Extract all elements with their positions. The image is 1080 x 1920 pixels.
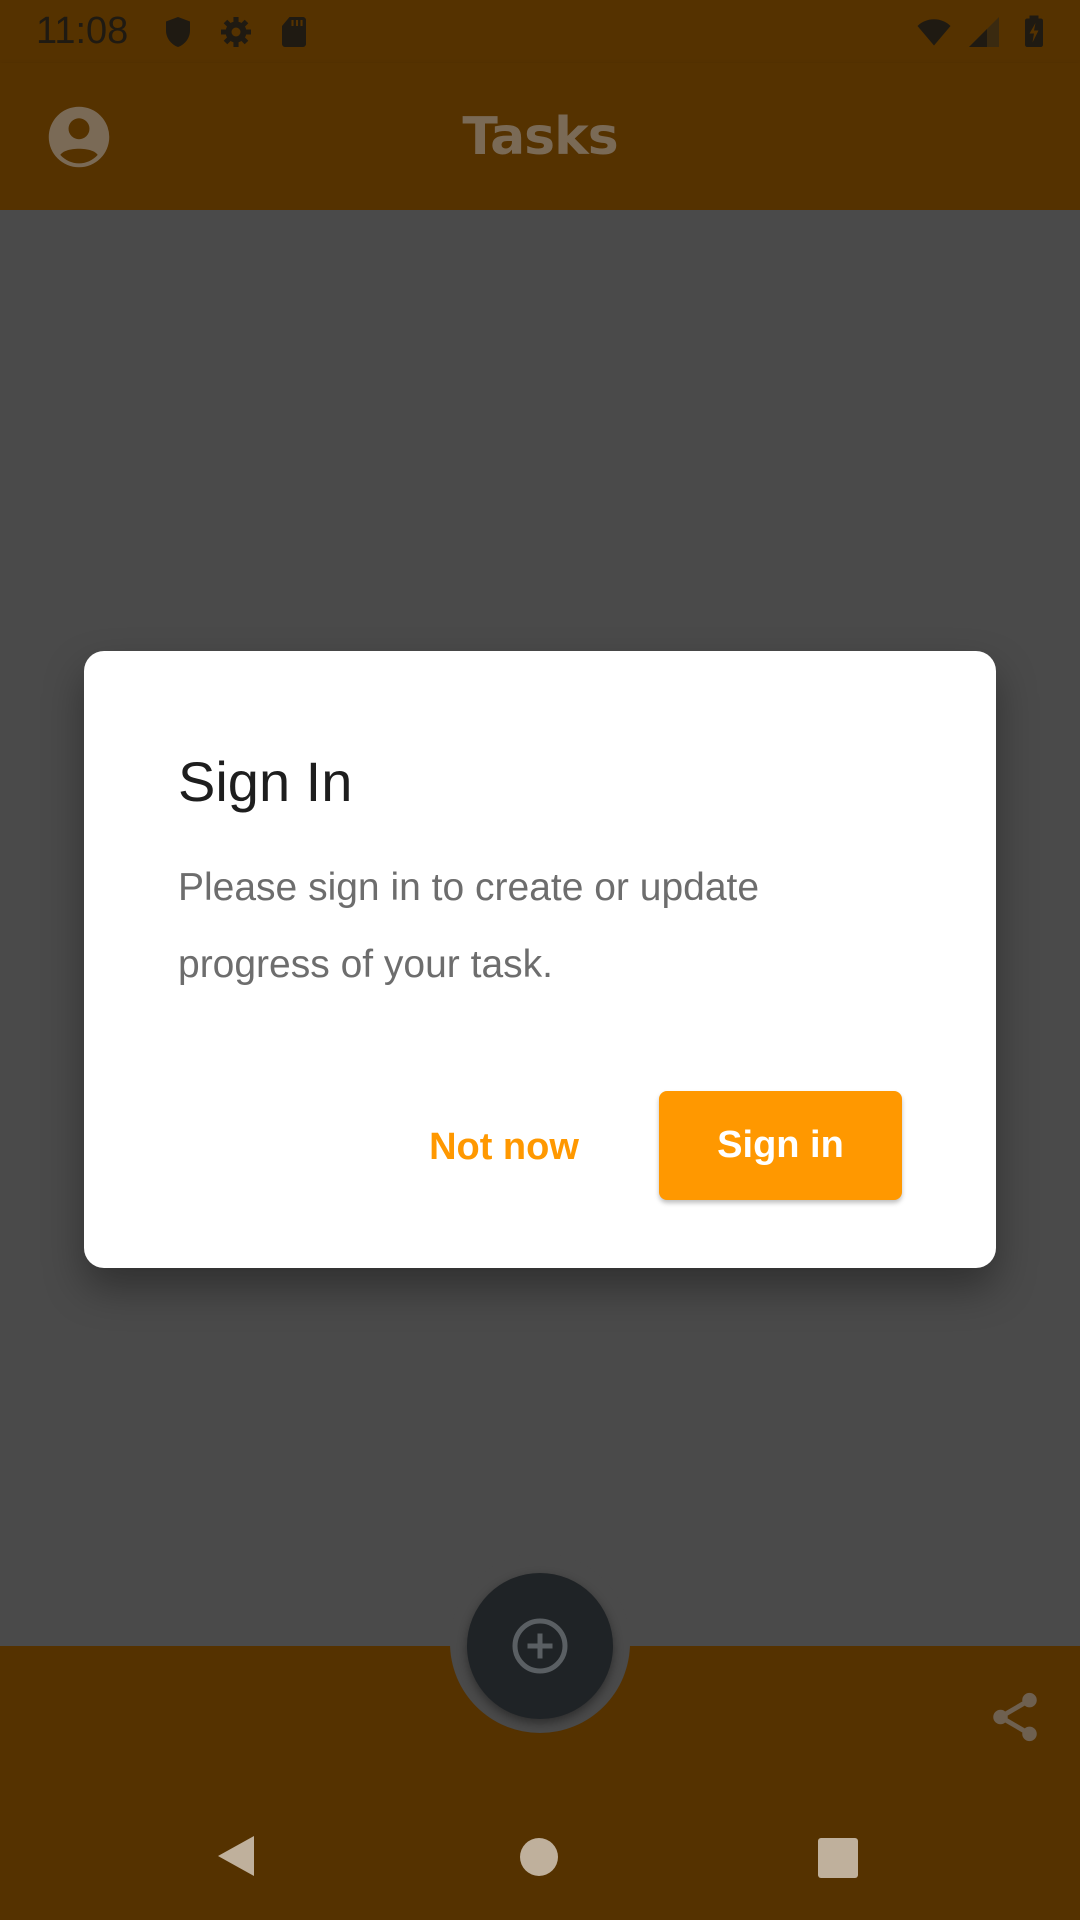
gear-icon	[221, 17, 251, 47]
share-icon[interactable]	[986, 1688, 1044, 1746]
sign-in-dialog: Sign In Please sign in to create or upda…	[84, 651, 996, 1268]
page-title: Tasks	[462, 107, 618, 167]
status-bar: 11:08	[0, 0, 1080, 63]
back-icon[interactable]	[214, 1832, 262, 1880]
wifi-icon	[917, 19, 951, 46]
not-now-button[interactable]: Not now	[404, 1091, 604, 1201]
status-time: 11:08	[36, 10, 129, 52]
recents-icon[interactable]	[818, 1838, 858, 1878]
status-icons-right	[916, 14, 1052, 50]
dialog-title: Sign In	[178, 750, 353, 813]
shield-icon	[166, 17, 190, 47]
add-task-button[interactable]	[467, 1573, 613, 1719]
home-icon[interactable]	[520, 1838, 558, 1876]
status-icons-left	[160, 14, 312, 50]
app-bar: Tasks	[0, 63, 1080, 210]
cell-signal-icon	[969, 17, 999, 47]
add-circle-icon	[512, 1618, 568, 1674]
sd-card-icon	[282, 17, 306, 47]
sign-in-button[interactable]: Sign in	[659, 1091, 902, 1200]
dialog-message: Please sign in to create or update progr…	[178, 866, 760, 986]
battery-charging-icon	[1025, 15, 1043, 47]
